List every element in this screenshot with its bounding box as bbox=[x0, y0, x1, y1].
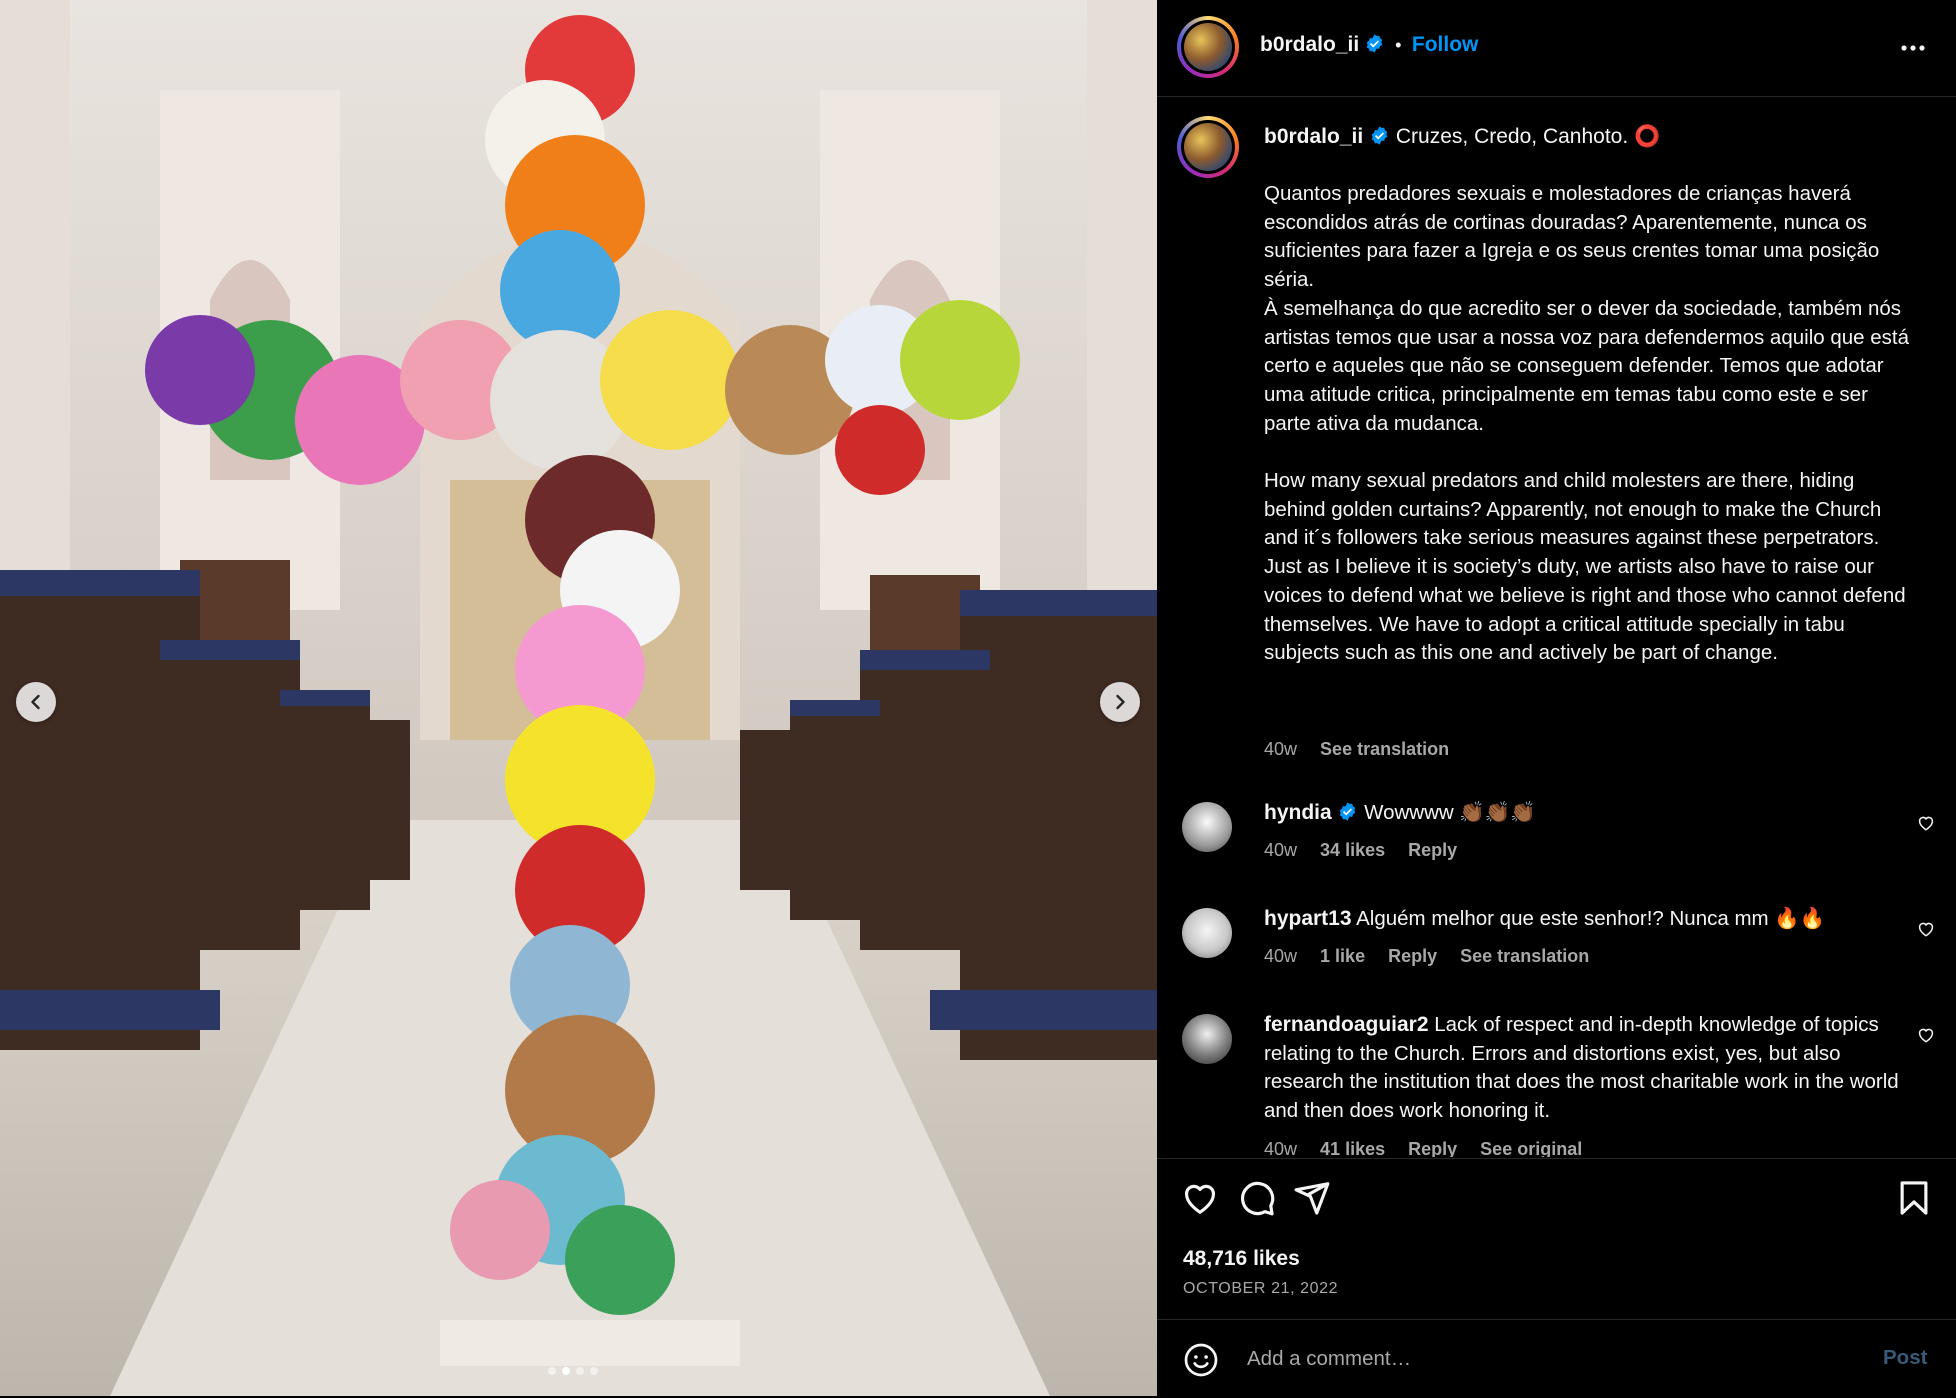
carousel-indicator bbox=[548, 1367, 598, 1375]
comment-likes[interactable]: 1 like bbox=[1320, 946, 1365, 966]
carousel-dot bbox=[548, 1367, 556, 1375]
reply-button[interactable]: Reply bbox=[1408, 1139, 1457, 1157]
carousel-prev-button[interactable] bbox=[16, 682, 56, 722]
commenter-username[interactable]: hypart13 bbox=[1264, 907, 1352, 930]
chevron-left-icon bbox=[31, 694, 40, 710]
post-header: b0rdalo_ii • Follow bbox=[1157, 0, 1956, 97]
header-separator: • bbox=[1395, 35, 1402, 55]
author-avatar[interactable] bbox=[1177, 16, 1239, 78]
share-icon[interactable] bbox=[1293, 1179, 1331, 1217]
add-comment-input[interactable] bbox=[1245, 1340, 1809, 1378]
post-image bbox=[0, 0, 1157, 1396]
comment-age: 40w bbox=[1264, 840, 1298, 860]
comment-likes[interactable]: 34 likes bbox=[1320, 840, 1385, 860]
verified-badge-icon bbox=[1371, 126, 1388, 145]
comment-text: Wowwww 👏🏾👏🏾👏🏾 bbox=[1364, 801, 1536, 824]
carousel-dot bbox=[576, 1367, 584, 1375]
post-media[interactable] bbox=[0, 0, 1157, 1396]
author-username[interactable]: b0rdalo_ii bbox=[1260, 33, 1359, 56]
carousel-next-button[interactable] bbox=[1100, 682, 1140, 722]
post-actions: 48,716 likes OCTOBER 21, 2022 Post bbox=[1157, 1158, 1956, 1397]
caption-author-avatar[interactable] bbox=[1177, 116, 1239, 178]
more-horizontal-icon[interactable] bbox=[1898, 33, 1928, 63]
post-side-panel: b0rdalo_ii • Follow b0rdalo_ii Cruzes, C… bbox=[1157, 0, 1956, 1396]
comment-meta: 40w 41 likes Reply See original bbox=[1264, 1139, 1600, 1157]
see-original-link[interactable]: See original bbox=[1480, 1139, 1582, 1157]
heart-icon[interactable] bbox=[1917, 920, 1935, 938]
comment-icon[interactable] bbox=[1238, 1179, 1276, 1217]
comment-text: Alguém melhor que este senhor!? Nunca mm… bbox=[1356, 907, 1826, 930]
comment-age: 40w bbox=[1264, 1139, 1298, 1157]
verified-badge-icon bbox=[1366, 34, 1382, 53]
comment-meta: 40w 34 likes Reply bbox=[1264, 840, 1475, 861]
see-translation-link[interactable]: See translation bbox=[1460, 946, 1589, 966]
chevron-right-icon bbox=[1116, 694, 1125, 710]
comment-composer: Post bbox=[1157, 1319, 1956, 1398]
commenter-username[interactable]: hyndia bbox=[1264, 801, 1332, 824]
comments-scroll-area[interactable]: b0rdalo_ii Cruzes, Credo, Canhoto. ⭕ Qua… bbox=[1157, 97, 1956, 1157]
heart-icon[interactable] bbox=[1917, 1026, 1935, 1044]
reply-button[interactable]: Reply bbox=[1408, 840, 1457, 860]
verified-badge-icon bbox=[1340, 802, 1356, 821]
caption-meta: 40w See translation bbox=[1264, 739, 1467, 760]
post-comment-button[interactable]: Post bbox=[1883, 1346, 1927, 1370]
caption-body: Quantos predadores sexuais e molestadore… bbox=[1264, 182, 1909, 665]
comment-likes[interactable]: 41 likes bbox=[1320, 1139, 1385, 1157]
see-translation-link[interactable]: See translation bbox=[1320, 739, 1449, 759]
commenter-username[interactable]: fernandoaguiar2 bbox=[1264, 1013, 1429, 1036]
commenter-avatar[interactable] bbox=[1182, 802, 1232, 852]
caption-title: Cruzes, Credo, Canhoto. ⭕ bbox=[1395, 125, 1661, 148]
caption-author-username[interactable]: b0rdalo_ii bbox=[1264, 125, 1363, 148]
comment-meta: 40w 1 like Reply See translation bbox=[1264, 946, 1607, 967]
emoji-icon[interactable] bbox=[1183, 1342, 1219, 1378]
reply-button[interactable]: Reply bbox=[1388, 946, 1437, 966]
post-date: OCTOBER 21, 2022 bbox=[1183, 1280, 1339, 1297]
heart-icon[interactable] bbox=[1181, 1179, 1219, 1217]
commenter-avatar[interactable] bbox=[1182, 1014, 1232, 1064]
comment-age: 40w bbox=[1264, 946, 1298, 966]
caption-age: 40w bbox=[1264, 739, 1298, 759]
carousel-dot-active bbox=[562, 1367, 570, 1375]
commenter-avatar[interactable] bbox=[1182, 908, 1232, 958]
heart-icon[interactable] bbox=[1917, 814, 1935, 832]
carousel-dot bbox=[590, 1367, 598, 1375]
bookmark-icon[interactable] bbox=[1895, 1179, 1933, 1217]
like-count[interactable]: 48,716 likes bbox=[1183, 1247, 1300, 1271]
follow-button[interactable]: Follow bbox=[1412, 33, 1479, 56]
